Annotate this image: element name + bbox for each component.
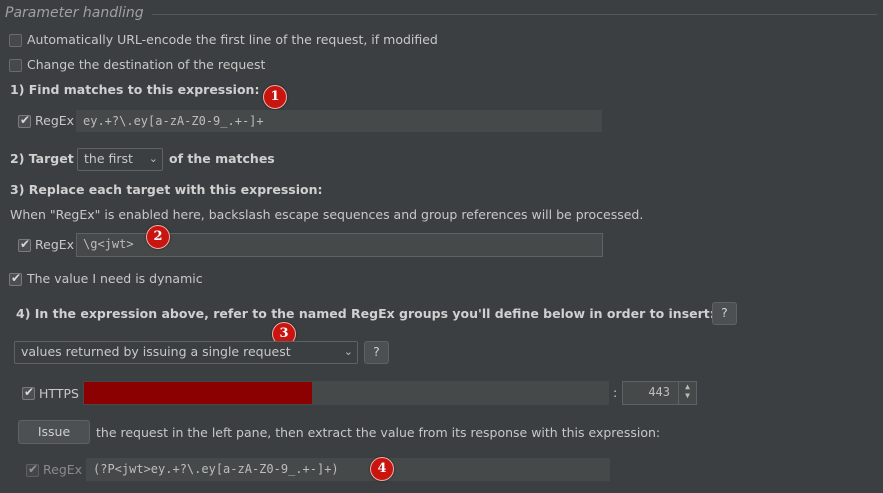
- value-source-value: values returned by issuing a single requ…: [21, 344, 291, 359]
- checkbox-box[interactable]: [22, 385, 35, 400]
- checkbox-box: [26, 462, 39, 477]
- redacted-host: [84, 382, 312, 404]
- host-input[interactable]: [83, 381, 609, 405]
- step2-suffix: of the matches: [169, 151, 275, 166]
- port-spinner[interactable]: ▲ ▼: [678, 382, 696, 404]
- checkbox-box[interactable]: [9, 271, 22, 286]
- url-encode-label: Automatically URL-encode the first line …: [27, 32, 438, 47]
- section-divider: [152, 14, 877, 15]
- step1-regex-label: RegEx: [35, 113, 75, 128]
- chevron-down-icon: ⌄: [343, 345, 353, 358]
- port-value: 443: [648, 385, 670, 399]
- checkbox-box[interactable]: [18, 113, 31, 128]
- annotation-badge-2: 2: [146, 225, 170, 249]
- step4-heading: 4) In the expression above, refer to the…: [16, 306, 715, 321]
- target-select[interactable]: the first ⌄: [77, 148, 163, 171]
- checkbox-box[interactable]: [9, 34, 22, 47]
- issue-button[interactable]: Issue: [18, 420, 90, 444]
- checkbox-box[interactable]: [18, 237, 31, 252]
- extract-regex-input[interactable]: (?P<jwt>ey.+?\.ey[a-zA-Z0-9_.+-]+): [86, 458, 610, 481]
- annotation-badge-4: 4: [370, 457, 394, 481]
- port-separator: :: [613, 385, 618, 400]
- annotation-badge-1: 1: [263, 85, 287, 109]
- chevron-up-icon[interactable]: ▲: [679, 382, 696, 391]
- port-input[interactable]: 443 ▲ ▼: [622, 381, 697, 405]
- step3-regex-label: RegEx: [35, 237, 75, 252]
- https-label: HTTPS: [39, 386, 79, 401]
- extract-regex-label: RegEx: [43, 462, 83, 477]
- step2-prefix: 2) Target: [10, 151, 74, 166]
- value-source-select[interactable]: values returned by issuing a single requ…: [14, 341, 358, 364]
- step3-note: When "RegEx" is enabled here, backslash …: [10, 207, 644, 222]
- step1-heading: 1) Find matches to this expression:: [10, 82, 260, 97]
- step1-regex-input[interactable]: ey.+?\.ey[a-zA-Z0-9_.+-]+: [76, 110, 602, 132]
- checkbox-box[interactable]: [9, 59, 22, 72]
- chevron-down-icon: ⌄: [148, 152, 158, 165]
- dynamic-value-label: The value I need is dynamic: [27, 271, 203, 286]
- target-select-value: the first: [84, 151, 133, 166]
- step4-help-button[interactable]: ?: [712, 302, 737, 325]
- chevron-down-icon[interactable]: ▼: [679, 391, 696, 400]
- value-source-help-button[interactable]: ?: [364, 341, 389, 364]
- change-destination-label: Change the destination of the request: [27, 57, 266, 72]
- step3-heading: 3) Replace each target with this express…: [10, 182, 323, 197]
- section-title: Parameter handling: [5, 5, 144, 21]
- issue-description: the request in the left pane, then extra…: [96, 425, 661, 440]
